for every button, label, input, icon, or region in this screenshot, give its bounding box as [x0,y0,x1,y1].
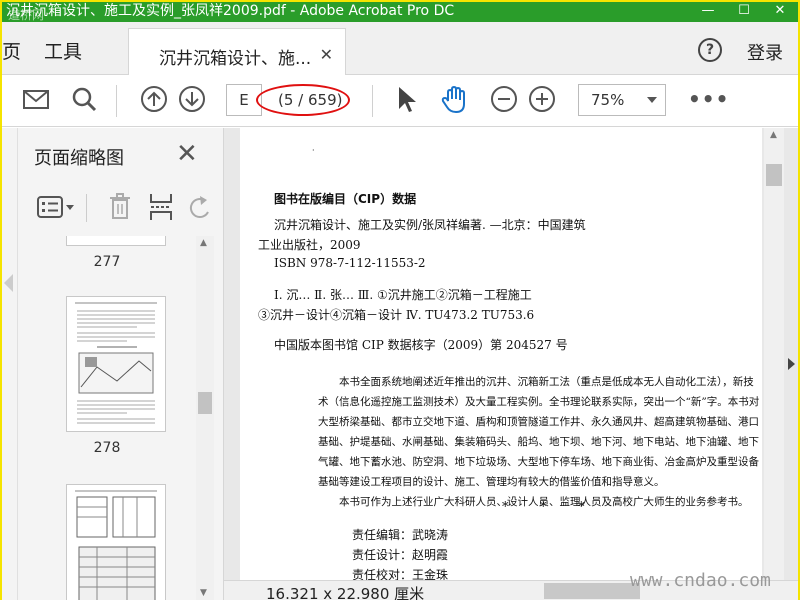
scroll-up-icon[interactable]: ▲ [770,130,777,140]
toolbar: E (5 / 659) 75% ••• [2,75,798,127]
more-tools-icon[interactable]: ••• [688,87,729,111]
pane-toolbar-divider [86,194,87,222]
summary-paragraph: 本书可作为上述行业广大科研人员、设计人员、监理人员及高校广大师生的业务参考书。 [339,496,749,508]
window-title: 沉井沉箱设计、施工及实例_张凤祥2009.pdf - Adobe Acrobat… [6,3,455,19]
book-summary: 本书全面系统地阐述近年推出的沉井、沉箱新工法（重点是低成本无人自动化工法），新技… [318,372,760,512]
toolbar-divider [372,85,373,117]
maximize-button[interactable]: ☐ [726,2,762,22]
cip-line: 沉井沉箱设计、施工及实例/张凤祥编著. —北京：中国建筑 [274,218,586,232]
tab-home[interactable]: 页 [2,37,21,64]
pdf-page: · 图书在版编目（CIP）数据 沉井沉箱设计、施工及实例/张凤祥编著. —北京：… [240,128,762,580]
horizontal-scrollbar-thumb[interactable] [544,583,640,599]
expand-right-pane-arrow-icon[interactable] [788,358,795,370]
rotate-icon[interactable] [188,194,212,222]
tab-document-label: 沉井沉箱设计、施... [159,49,312,69]
next-page-icon[interactable] [178,85,206,113]
document-view: · 图书在版编目（CIP）数据 沉井沉箱设计、施工及实例/张凤祥编著. —北京：… [224,128,798,600]
tab-document[interactable]: 沉井沉箱设计、施... ✕ [128,28,346,76]
credit-designer: 责任设计：赵明霞 [352,548,449,562]
separator-star: * [502,500,509,515]
document-scrollbar[interactable]: ▲ [764,128,784,580]
highlight-ellipse [256,84,350,116]
search-icon[interactable] [70,85,98,113]
previous-page-icon[interactable] [140,85,168,113]
pane-toolbar [32,190,218,226]
hand-tool-icon[interactable] [440,85,470,115]
scroll-up-icon[interactable]: ▲ [200,238,207,248]
cip-line: 工业出版社，2009 [258,238,361,252]
thumbnail-label: 277 [93,254,121,270]
trash-icon[interactable] [108,192,132,222]
window-controls: — ☐ ✕ [690,2,798,22]
close-pane-button[interactable]: ✕ [176,139,198,169]
site-watermark: 道桥网 [8,8,45,22]
minimize-button[interactable]: — [690,2,726,22]
isbn: ISBN 978-7-112-11553-2 [274,256,426,270]
page-dimensions: 16.321 x 22.980 厘米 [266,585,425,600]
scroll-down-icon[interactable]: ▼ [200,588,207,598]
select-cursor-icon[interactable] [396,85,418,115]
options-menu-icon[interactable] [36,194,76,222]
zoom-value: 75% [591,91,625,109]
page-mark: · [312,146,315,155]
thumbnail-preview [75,302,157,424]
insert-page-icon[interactable] [148,192,174,222]
close-tab-button[interactable]: ✕ [320,45,333,64]
tab-tools[interactable]: 工具 [44,37,82,64]
help-icon[interactable]: ? [698,38,722,62]
thumbnails-pane: 页面缩略图 ✕ 277 278 ▲ ▼ [2,128,224,600]
classification-line: Ⅰ. 沉… Ⅱ. 张… Ⅲ. ①沉井施工②沉箱－工程施工 [274,288,532,302]
close-window-button[interactable]: ✕ [762,2,798,22]
site-watermark-bottom: www.cndao.com [630,570,771,591]
zoom-in-icon[interactable] [528,85,556,113]
title-bar: 沉井沉箱设计、施工及实例_张凤祥2009.pdf - Adobe Acrobat… [2,2,798,22]
credit-proofreader: 责任校对：王金珠 [352,568,449,580]
cip-title: 图书在版编目（CIP）数据 [274,192,417,206]
thumbnail-preview [75,490,157,600]
zoom-out-icon[interactable] [490,85,518,113]
email-icon[interactable] [22,85,50,113]
summary-paragraph: 本书全面系统地阐述近年推出的沉井、沉箱新工法（重点是低成本无人自动化工法），新技… [318,376,760,488]
scrollbar-thumb[interactable] [766,164,782,186]
thumbnail-page-277[interactable] [66,236,166,246]
thumbnail-scrollbar[interactable]: ▲ ▼ [196,236,214,600]
separator-star: * [578,500,585,515]
cip-number: 中国版本图书馆 CIP 数据核字（2009）第 204527 号 [274,338,568,352]
login-button[interactable]: 登录 [747,39,783,65]
chevron-down-icon [647,97,657,103]
pane-title: 页面缩略图 [34,148,124,169]
pane-edge [2,128,18,600]
thumbnail-label: 278 [93,440,121,456]
scrollbar-thumb[interactable] [198,392,212,414]
classification-line: ③沉井－设计④沉箱－设计 Ⅳ. TU473.2 TU753.6 [258,308,535,322]
thumbnail-page-278[interactable] [66,296,166,432]
tab-bar: 页 工具 沉井沉箱设计、施... ✕ ? 登录 [2,22,798,76]
toolbar-divider [116,85,117,117]
zoom-select[interactable]: 75% [578,84,666,116]
pane-tab-arrow-icon [4,274,13,292]
thumbnail-page-279[interactable] [66,484,166,600]
thumbnail-list: 277 278 [18,236,196,600]
separator-star: * [540,500,547,515]
credit-editor: 责任编辑：武晓涛 [352,528,449,542]
